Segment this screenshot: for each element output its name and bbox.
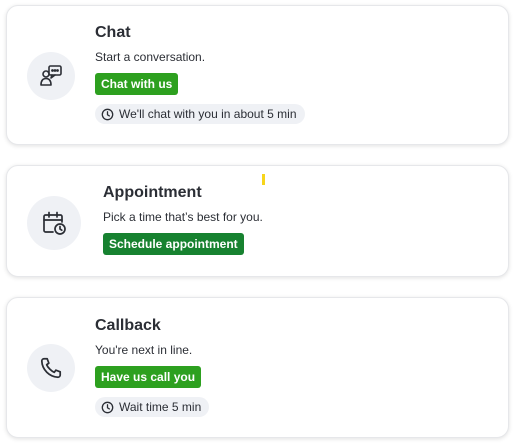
schedule-appointment-button[interactable]: Schedule appointment xyxy=(103,233,244,255)
phone-icon xyxy=(27,344,75,392)
callback-wait-badge: Wait time 5 min xyxy=(95,397,210,417)
calendar-clock-icon xyxy=(27,196,81,250)
clock-icon xyxy=(101,108,114,120)
yellow-marker xyxy=(262,174,265,185)
callback-title: Callback xyxy=(95,317,161,334)
chat-wait-badge: We'll chat with you in about 5 min xyxy=(95,104,305,124)
chat-with-us-button[interactable]: Chat with us xyxy=(95,73,179,95)
clock-icon xyxy=(101,401,114,413)
callback-description: You're next in line. xyxy=(95,343,193,357)
appointment-content: Appointment Pick a time that’s best for … xyxy=(103,183,263,255)
have-us-call-you-button[interactable]: Have us call you xyxy=(95,366,202,388)
chat-wait-text: We'll chat with you in about 5 min xyxy=(119,107,297,121)
callback-content: Callback You're next in line. Have us ca… xyxy=(95,316,210,419)
callback-wait-text: Wait time 5 min xyxy=(119,400,202,414)
appointment-description: Pick a time that’s best for you. xyxy=(103,210,263,224)
chat-title: Chat xyxy=(95,24,131,41)
chat-agent-icon xyxy=(27,52,75,100)
chat-description: Start a conversation. xyxy=(95,50,206,64)
chat-card: Chat Start a conversation. Chat with us … xyxy=(6,5,509,145)
appointment-title: Appointment xyxy=(103,184,202,201)
callback-card: Callback You're next in line. Have us ca… xyxy=(6,297,509,438)
chat-content: Chat Start a conversation. Chat with us … xyxy=(95,23,305,126)
appointment-card: Appointment Pick a time that’s best for … xyxy=(6,165,509,277)
